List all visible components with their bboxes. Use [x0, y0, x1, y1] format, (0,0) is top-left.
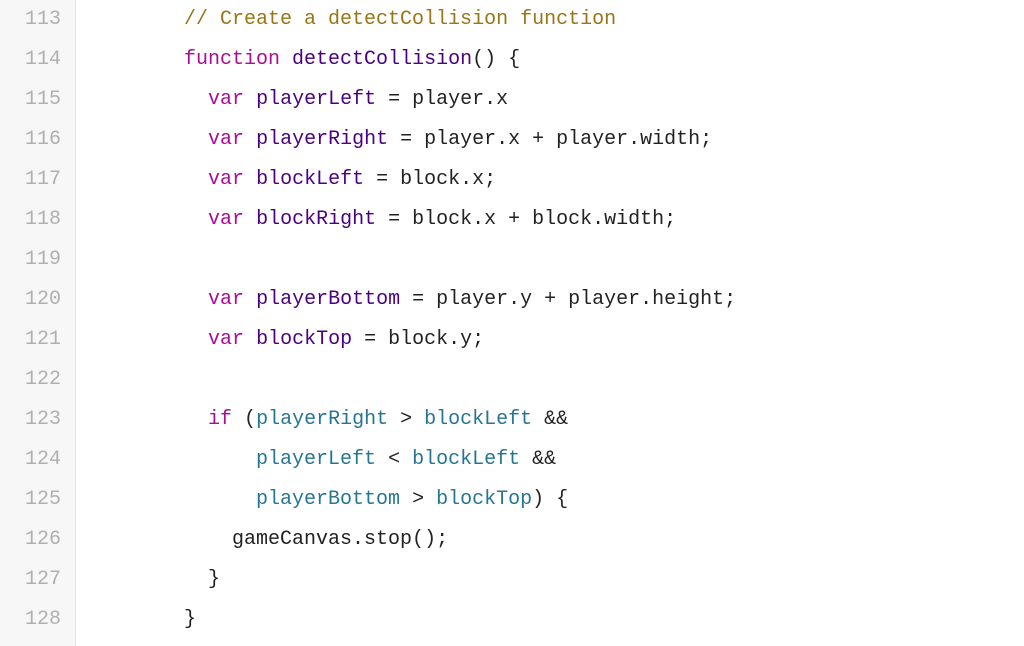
code-token: playerBottom — [256, 488, 400, 511]
indent — [88, 408, 208, 431]
code-token: blockLeft — [412, 448, 520, 471]
code-token: blockRight — [256, 208, 376, 231]
line-number: 117 — [10, 160, 61, 200]
code-line: var blockLeft = block.x; — [88, 160, 1024, 200]
code-token: var — [208, 288, 244, 311]
line-number-gutter: 1131141151161171181191201211221231241251… — [0, 0, 76, 646]
code-token: = block.x; — [364, 168, 496, 191]
indent — [88, 448, 256, 471]
code-line: gameCanvas.stop(); — [88, 520, 1024, 560]
line-number: 126 — [10, 520, 61, 560]
code-line: playerLeft < blockLeft && — [88, 440, 1024, 480]
code-token: () { — [472, 48, 520, 71]
code-token: gameCanvas.stop(); — [232, 528, 448, 551]
code-token — [244, 88, 256, 111]
indent — [88, 328, 208, 351]
code-line: var blockTop = block.y; — [88, 320, 1024, 360]
code-token: = player.x — [376, 88, 508, 111]
code-token: playerLeft — [256, 88, 376, 111]
indent — [88, 128, 208, 151]
line-number: 116 — [10, 120, 61, 160]
code-token: playerLeft — [256, 448, 376, 471]
indent — [88, 288, 208, 311]
line-number: 127 — [10, 560, 61, 600]
code-token: playerRight — [256, 128, 388, 151]
line-number: 125 — [10, 480, 61, 520]
line-number: 122 — [10, 360, 61, 400]
line-number: 119 — [10, 240, 61, 280]
code-line: var blockRight = block.x + block.width; — [88, 200, 1024, 240]
code-token — [280, 48, 292, 71]
code-token: blockTop — [256, 328, 352, 351]
code-line: var playerBottom = player.y + player.hei… — [88, 280, 1024, 320]
code-line: var playerLeft = player.x — [88, 80, 1024, 120]
code-token: var — [208, 128, 244, 151]
code-token: detectCollision — [292, 48, 472, 71]
code-token: && — [532, 408, 568, 431]
code-area: // Create a detectCollision function fun… — [76, 0, 1024, 646]
line-number: 114 — [10, 40, 61, 80]
code-token — [244, 128, 256, 151]
code-token: blockLeft — [424, 408, 532, 431]
indent — [88, 88, 208, 111]
code-line — [88, 240, 1024, 280]
line-number: 113 — [10, 0, 61, 40]
code-token: } — [184, 608, 196, 631]
code-token: // Create a detectCollision function — [184, 8, 616, 31]
code-token — [244, 328, 256, 351]
code-line: // Create a detectCollision function — [88, 0, 1024, 40]
code-token: function — [184, 48, 280, 71]
code-token — [244, 208, 256, 231]
indent — [88, 488, 256, 511]
code-line: function detectCollision() { — [88, 40, 1024, 80]
code-token: var — [208, 168, 244, 191]
line-number: 128 — [10, 600, 61, 640]
line-number: 121 — [10, 320, 61, 360]
code-line: } — [88, 560, 1024, 600]
code-line: playerBottom > blockTop) { — [88, 480, 1024, 520]
indent — [88, 568, 208, 591]
code-line: if (playerRight > blockLeft && — [88, 400, 1024, 440]
code-token — [244, 288, 256, 311]
code-token: if — [208, 408, 232, 431]
indent — [88, 168, 208, 191]
indent — [88, 608, 184, 631]
code-line: } — [88, 600, 1024, 640]
line-number: 118 — [10, 200, 61, 240]
line-number: 115 — [10, 80, 61, 120]
code-token: = block.y; — [352, 328, 484, 351]
line-number: 123 — [10, 400, 61, 440]
indent — [88, 48, 184, 71]
line-number: 120 — [10, 280, 61, 320]
indent — [88, 8, 184, 31]
code-token: = player.y + player.height; — [400, 288, 736, 311]
code-token: = block.x + block.width; — [376, 208, 676, 231]
code-token: playerRight — [256, 408, 388, 431]
code-token: && — [520, 448, 556, 471]
code-token — [244, 168, 256, 191]
code-token: playerBottom — [256, 288, 400, 311]
code-token: > — [388, 408, 424, 431]
code-line — [88, 360, 1024, 400]
code-token: var — [208, 328, 244, 351]
line-number: 124 — [10, 440, 61, 480]
code-line: var playerRight = player.x + player.widt… — [88, 120, 1024, 160]
indent — [88, 208, 208, 231]
indent — [88, 528, 232, 551]
code-token: var — [208, 88, 244, 111]
code-token: } — [208, 568, 220, 591]
code-token: ) { — [532, 488, 568, 511]
code-token: blockTop — [436, 488, 532, 511]
code-token: > — [400, 488, 436, 511]
code-token: var — [208, 208, 244, 231]
code-token: < — [376, 448, 412, 471]
code-token: ( — [232, 408, 256, 431]
code-token: = player.x + player.width; — [388, 128, 712, 151]
code-token: blockLeft — [256, 168, 364, 191]
